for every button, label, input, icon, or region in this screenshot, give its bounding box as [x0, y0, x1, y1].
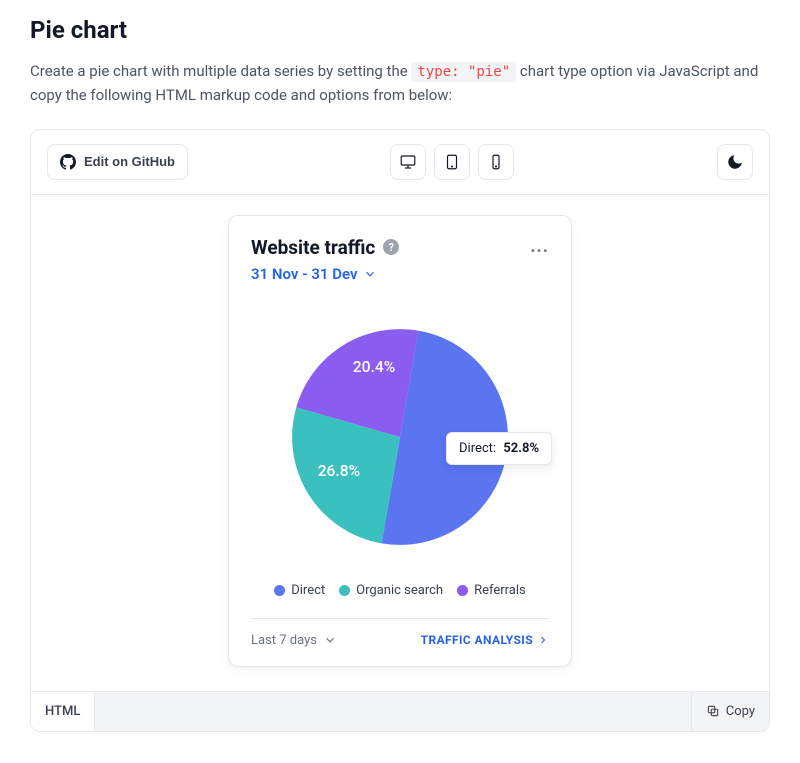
edit-on-github-button[interactable]: Edit on GitHub: [47, 144, 188, 180]
legend-item-direct[interactable]: Direct: [274, 583, 325, 598]
chart-card: Website traffic ? 31 Nov - 31 Dev ...: [228, 215, 572, 667]
card-title-text: Website traffic: [251, 236, 375, 259]
card-more-button[interactable]: ...: [530, 236, 549, 257]
chart-legend: Direct Organic search Referrals: [251, 583, 549, 598]
tablet-view-button[interactable]: [434, 144, 470, 180]
tablet-icon: [443, 153, 461, 171]
card-title: Website traffic ?: [251, 236, 399, 259]
copy-icon: [706, 704, 720, 718]
example-toolbar: Edit on GitHub: [31, 130, 769, 195]
copy-button[interactable]: Copy: [691, 692, 769, 731]
page-heading: Pie chart: [30, 16, 770, 44]
card-divider: [251, 618, 549, 619]
tooltip-value: 52.8%: [503, 441, 539, 456]
pie-chart: 20.4% 26.8% Direct: 52.8%: [251, 297, 549, 577]
mobile-view-button[interactable]: [478, 144, 514, 180]
code-bar: HTML Copy: [31, 691, 769, 731]
timeframe-selector[interactable]: Last 7 days: [251, 633, 337, 648]
chart-tooltip: Direct: 52.8%: [446, 432, 552, 465]
example-panel: Edit on GitHub Website traffic ?: [30, 129, 770, 732]
code-tab-html[interactable]: HTML: [31, 692, 95, 731]
slice-label-referrals: 20.4%: [353, 358, 395, 376]
github-icon: [60, 154, 76, 170]
chevron-down-icon: [323, 633, 337, 647]
device-switcher: [390, 144, 514, 180]
slice-label-organic: 26.8%: [318, 462, 360, 480]
mobile-icon: [487, 153, 505, 171]
intro-text-before: Create a pie chart with multiple data se…: [30, 62, 411, 80]
legend-swatch: [274, 585, 285, 596]
date-range-selector[interactable]: 31 Nov - 31 Dev: [251, 265, 399, 283]
page-intro: Create a pie chart with multiple data se…: [30, 60, 770, 107]
legend-label: Organic search: [356, 583, 443, 598]
example-stage: Website traffic ? 31 Nov - 31 Dev ...: [31, 195, 769, 691]
legend-item-organic[interactable]: Organic search: [339, 583, 443, 598]
desktop-icon: [399, 153, 417, 171]
copy-label: Copy: [726, 704, 755, 719]
date-range-label: 31 Nov - 31 Dev: [251, 265, 357, 283]
dark-mode-button[interactable]: [717, 144, 753, 180]
help-icon[interactable]: ?: [383, 239, 399, 255]
legend-swatch: [339, 585, 350, 596]
moon-icon: [726, 153, 744, 171]
legend-label: Referrals: [474, 583, 526, 598]
legend-swatch: [457, 585, 468, 596]
edit-on-github-label: Edit on GitHub: [84, 154, 175, 169]
chevron-down-icon: [363, 267, 377, 281]
legend-label: Direct: [291, 583, 325, 598]
chevron-right-icon: [537, 634, 549, 646]
timeframe-label: Last 7 days: [251, 633, 317, 648]
traffic-analysis-label: TRAFFIC ANALYSIS: [421, 633, 533, 647]
intro-code: type: "pie": [411, 62, 516, 82]
legend-item-referrals[interactable]: Referrals: [457, 583, 526, 598]
tooltip-label: Direct:: [459, 441, 496, 456]
traffic-analysis-link[interactable]: TRAFFIC ANALYSIS: [421, 633, 549, 647]
desktop-view-button[interactable]: [390, 144, 426, 180]
